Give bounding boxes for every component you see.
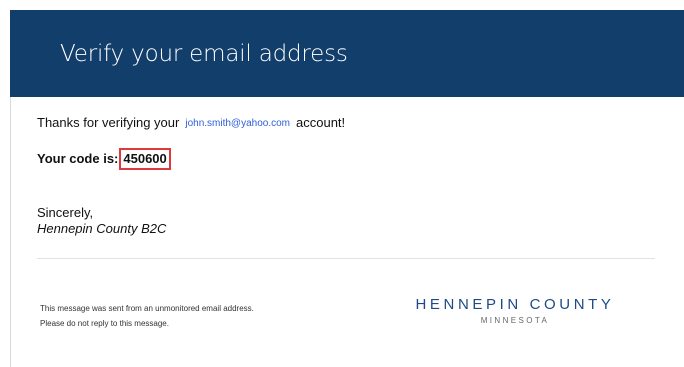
code-label: Your code is: [37, 151, 119, 166]
footer-note-line-2: Please do not reply to this message. [40, 319, 169, 328]
thanks-line: Thanks for verifying your john.smith@yaho… [37, 115, 345, 130]
header-banner: Verify your email address [10, 10, 684, 97]
hennepin-county-logo: HENNEPIN COUNTY [415, 296, 615, 313]
closing-text: Sincerely, [37, 205, 94, 220]
signature-text: Hennepin County B2C [37, 221, 167, 236]
divider [37, 258, 655, 259]
code-line: Your code is: 450600 [37, 148, 171, 170]
email-address-link[interactable]: john.smith@yahoo.com [185, 118, 290, 129]
footer-note-line-1: This message was sent from an unmonitore… [40, 304, 254, 313]
email-card: Verify your email address Thanks for ver… [0, 0, 684, 367]
thanks-prefix: Thanks for verifying your [37, 115, 180, 130]
logo-subtitle: MINNESOTA [480, 316, 550, 325]
verification-code: 450600 [119, 148, 171, 170]
thanks-suffix: account! [296, 115, 346, 130]
email-title: Verify your email address [60, 41, 348, 67]
left-border [10, 97, 11, 367]
